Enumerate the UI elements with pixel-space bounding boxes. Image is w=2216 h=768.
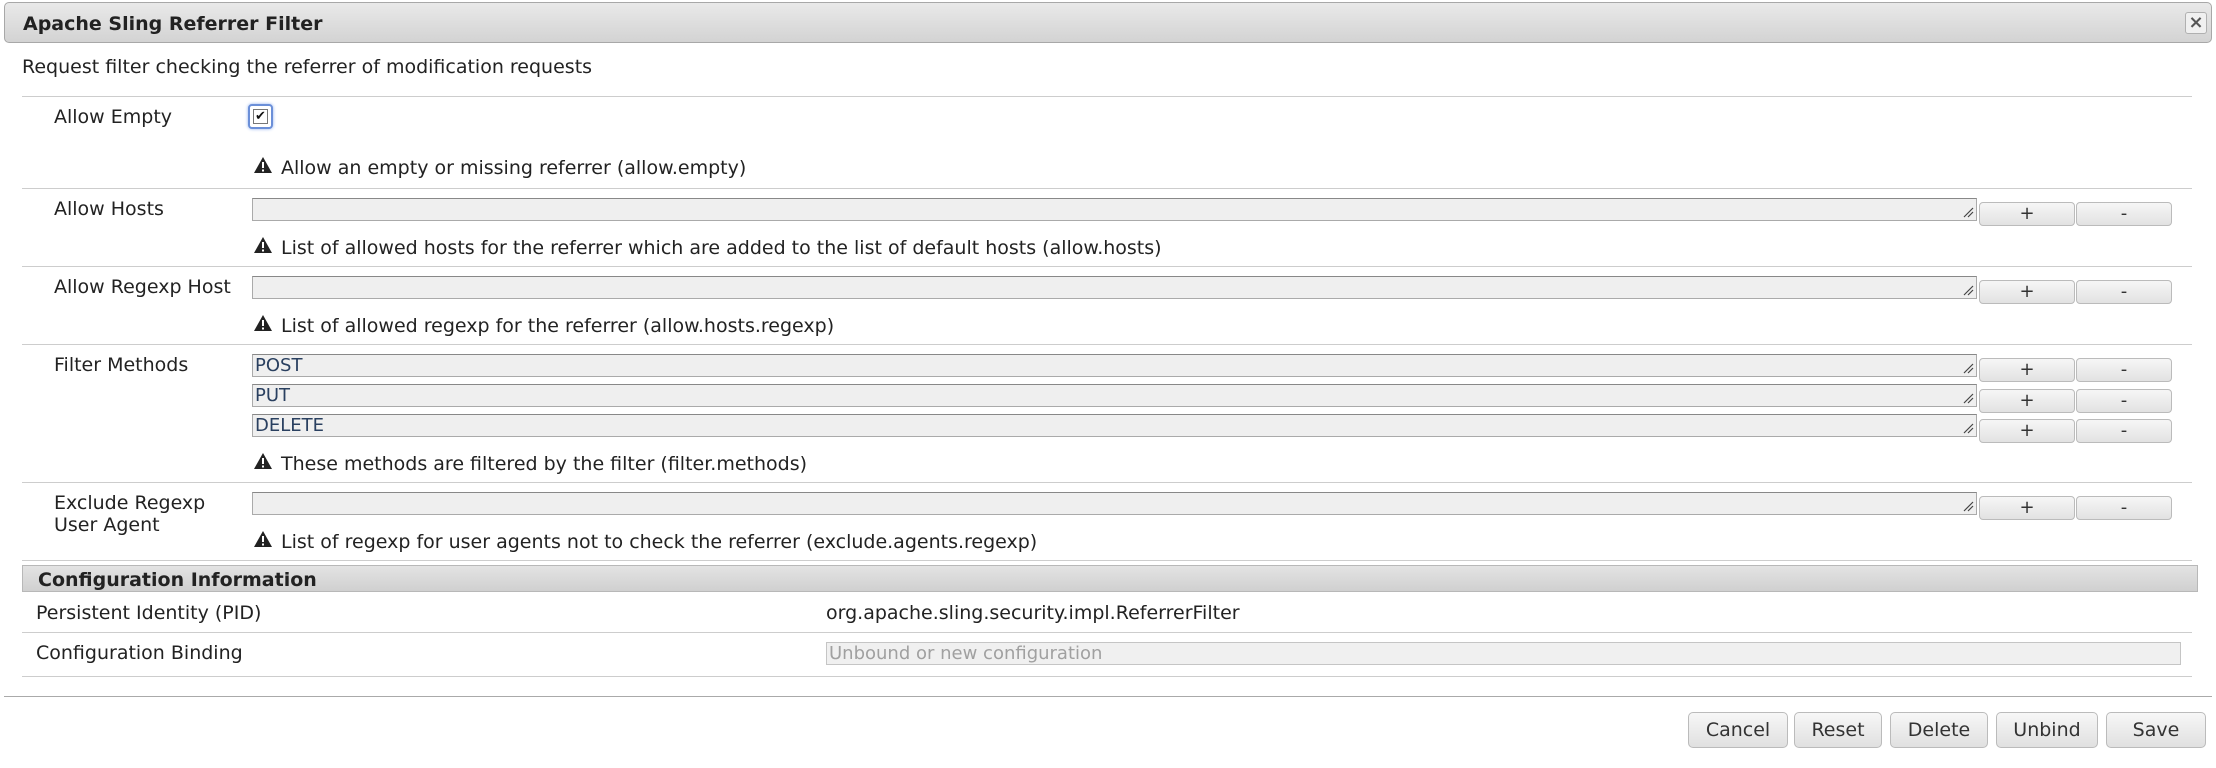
close-icon[interactable]: ×	[2185, 12, 2207, 34]
allow-hosts-label: Allow Hosts	[54, 198, 164, 220]
warning-icon	[253, 314, 275, 332]
divider	[22, 560, 2192, 561]
filter-methods-input[interactable]: PUT	[252, 384, 1977, 407]
resize-grip-icon[interactable]	[1962, 284, 1974, 296]
allow-hosts-hint-text: List of allowed hosts for the referrer w…	[281, 237, 1162, 259]
filter-methods-input[interactable]: POST	[252, 354, 1977, 377]
allow-hosts-add-button[interactable]: +	[1979, 202, 2075, 226]
unbind-button[interactable]: Unbind	[1996, 712, 2098, 748]
divider	[22, 188, 2192, 189]
warning-icon	[253, 530, 275, 548]
config-info-title: Configuration Information	[38, 569, 317, 591]
filter-methods-add-button[interactable]: +	[1979, 419, 2075, 443]
binding-label: Configuration Binding	[36, 642, 243, 664]
dialog-title: Apache Sling Referrer Filter	[23, 13, 323, 35]
resize-grip-icon[interactable]	[1962, 362, 1974, 374]
exclude-agents-input[interactable]	[252, 492, 1977, 515]
divider	[22, 266, 2192, 267]
filter-methods-remove-button[interactable]: -	[2076, 358, 2172, 382]
filter-methods-hint-text: These methods are filtered by the filter…	[281, 453, 808, 475]
filter-methods-label: Filter Methods	[54, 354, 189, 376]
exclude-agents-hint: List of regexp for user agents not to ch…	[253, 530, 1037, 553]
save-button[interactable]: Save	[2106, 712, 2206, 748]
allow-regexp-host-remove-button[interactable]: -	[2076, 280, 2172, 304]
config-info-header: Configuration Information	[22, 565, 2198, 592]
checkmark-icon: ✔	[253, 109, 268, 124]
filter-methods-remove-button[interactable]: -	[2076, 419, 2172, 443]
exclude-agents-label-line1: Exclude Regexp	[54, 492, 206, 514]
reset-button[interactable]: Reset	[1794, 712, 1882, 748]
exclude-agents-add-button[interactable]: +	[1979, 496, 2075, 520]
allow-hosts-input[interactable]	[252, 198, 1977, 221]
divider	[22, 96, 2192, 97]
pid-value: org.apache.sling.security.impl.ReferrerF…	[826, 602, 1240, 624]
allow-regexp-host-input[interactable]	[252, 276, 1977, 299]
exclude-agents-label-line2: User Agent	[54, 514, 160, 536]
binding-field: Unbound or new configuration	[826, 642, 2181, 665]
exclude-agents-label: Exclude Regexp User Agent	[54, 492, 205, 536]
footer-divider	[4, 696, 2212, 697]
filter-methods-remove-button[interactable]: -	[2076, 389, 2172, 413]
resize-grip-icon[interactable]	[1962, 422, 1974, 434]
warning-icon	[253, 452, 275, 470]
allow-regexp-host-hint: List of allowed regexp for the referrer …	[253, 314, 834, 337]
allow-empty-hint: Allow an empty or missing referrer (allo…	[253, 156, 746, 179]
exclude-agents-hint-text: List of regexp for user agents not to ch…	[281, 531, 1038, 553]
allow-hosts-remove-button[interactable]: -	[2076, 202, 2172, 226]
cancel-button[interactable]: Cancel	[1688, 712, 1788, 748]
exclude-agents-remove-button[interactable]: -	[2076, 496, 2172, 520]
resize-grip-icon[interactable]	[1962, 392, 1974, 404]
filter-methods-hint: These methods are filtered by the filter…	[253, 452, 807, 475]
allow-regexp-host-label: Allow Regexp Host	[54, 276, 231, 298]
divider	[22, 482, 2192, 483]
divider	[22, 344, 2192, 345]
divider	[22, 676, 2192, 677]
allow-empty-checkbox[interactable]: ✔	[248, 104, 273, 129]
allow-regexp-host-hint-text: List of allowed regexp for the referrer …	[281, 315, 835, 337]
allow-empty-hint-text: Allow an empty or missing referrer (allo…	[281, 157, 747, 179]
dialog-description: Request filter checking the referrer of …	[22, 56, 593, 78]
filter-methods-input[interactable]: DELETE	[252, 414, 1977, 437]
delete-button[interactable]: Delete	[1890, 712, 1988, 748]
dialog-titlebar: Apache Sling Referrer Filter ×	[4, 2, 2212, 43]
filter-methods-add-button[interactable]: +	[1979, 358, 2075, 382]
divider	[22, 632, 2192, 633]
allow-hosts-hint: List of allowed hosts for the referrer w…	[253, 236, 1162, 259]
resize-grip-icon[interactable]	[1962, 206, 1974, 218]
pid-label: Persistent Identity (PID)	[36, 602, 262, 624]
warning-icon	[253, 156, 275, 174]
allow-regexp-host-add-button[interactable]: +	[1979, 280, 2075, 304]
allow-empty-label: Allow Empty	[54, 106, 173, 128]
filter-methods-add-button[interactable]: +	[1979, 389, 2075, 413]
warning-icon	[253, 236, 275, 254]
resize-grip-icon[interactable]	[1962, 500, 1974, 512]
